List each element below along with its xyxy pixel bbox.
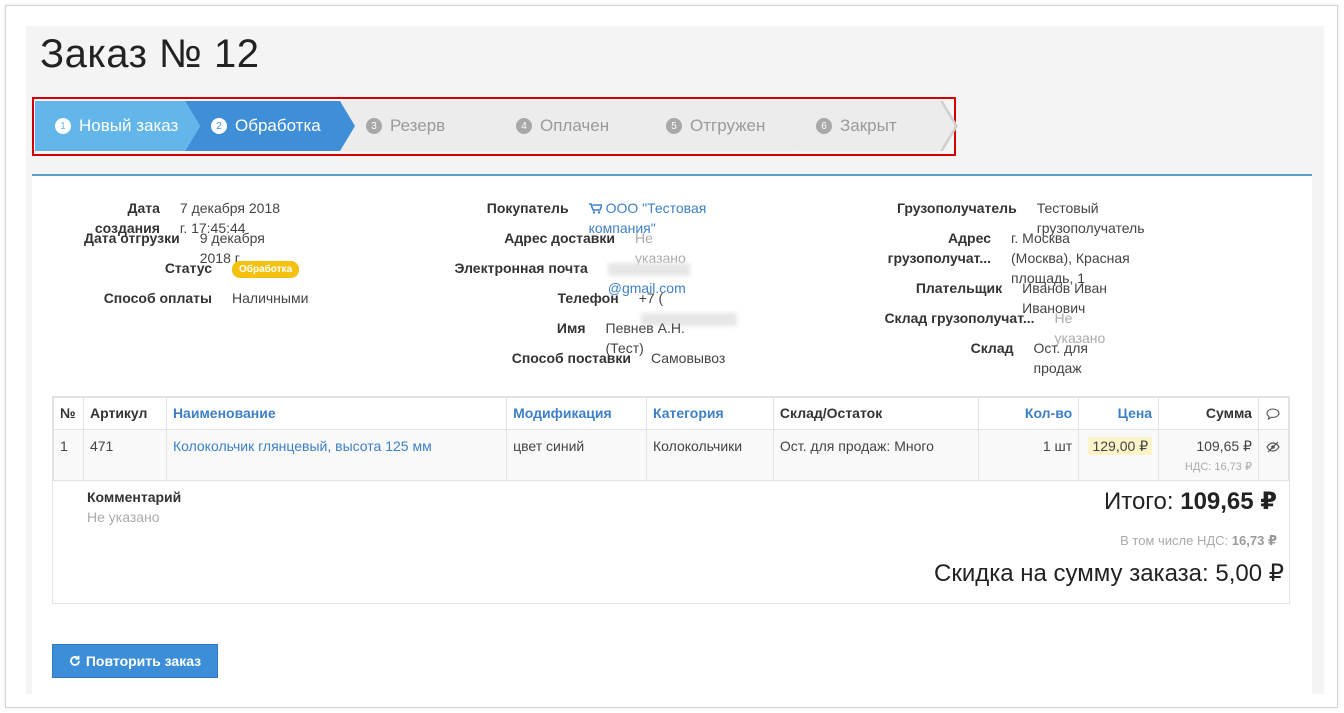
info-label: Склад: [970, 340, 1014, 356]
refresh-icon: [69, 655, 80, 666]
price-value: 129,00 ₽: [1088, 437, 1153, 455]
order-discount: Скидка на сумму заказа: 5,00 ₽: [933, 560, 1284, 587]
step-label: Резерв: [390, 116, 446, 135]
cell-modification: цвет синий: [506, 429, 647, 481]
step-number: 6: [816, 118, 832, 134]
total-label: Итого:: [1103, 488, 1174, 515]
step-label: Отгружен: [690, 116, 766, 135]
table-header-row: № Артикул Наименование Модификация Катег…: [53, 397, 1290, 430]
col-sum: Сумма: [1158, 397, 1259, 430]
col-qty-sort[interactable]: Кол-во: [978, 397, 1080, 430]
order-details-card: Дата создания 7 декабря 2018 г. 17:45:44…: [32, 174, 1312, 694]
cell-stock: Ост. для продаж: Много: [772, 429, 980, 481]
info-value: Наличными: [232, 290, 309, 306]
comment-value: Не указано: [87, 509, 160, 525]
step-processing[interactable]: 2 Обработка: [185, 101, 355, 151]
info-row-status: Статус Обработка: [72, 258, 300, 278]
cell-sku: 471: [82, 429, 167, 481]
info-row-payment: Способ оплаты Наличными: [72, 288, 309, 308]
status-badge: Обработка: [232, 260, 300, 278]
cell-name: Колокольчик глянцевый, высота 125 мм: [165, 429, 508, 481]
col-category-sort[interactable]: Категория: [646, 397, 774, 430]
info-label: Статус: [164, 260, 212, 276]
step-label: Закрыт: [840, 116, 897, 135]
step-number: 2: [211, 118, 227, 134]
repeat-order-label: Повторить заказ: [85, 653, 202, 669]
step-label: Оплачен: [540, 116, 610, 135]
order-items-table: № Артикул Наименование Модификация Катег…: [52, 396, 1290, 604]
info-value: Ост. для продаж: [1033, 340, 1088, 376]
step-number: 3: [366, 118, 382, 134]
cell-comment: [1257, 429, 1290, 481]
eye-slash-icon[interactable]: [1266, 441, 1281, 453]
vat-value: НДС: 16,73 ₽: [1184, 461, 1252, 473]
col-modification-sort[interactable]: Модификация: [506, 397, 647, 430]
status-stepper: 1 Новый заказ 2 Обработка 3 Резерв 4 Опл…: [35, 101, 958, 151]
sum-value: 109,65 ₽: [1196, 438, 1252, 454]
info-row-warehouse: Склад Ост. для продаж: [872, 338, 1118, 378]
cell-qty: 1 шт: [978, 429, 1080, 481]
col-sku: Артикул: [82, 397, 167, 430]
step-label: Новый заказ: [79, 116, 179, 135]
order-total: Итого: 109,65 ₽: [1104, 487, 1277, 516]
step-number: 1: [55, 118, 71, 134]
step-number: 5: [666, 118, 682, 134]
cell-price: 129,00 ₽: [1078, 429, 1160, 481]
col-name-sort[interactable]: Наименование: [165, 397, 508, 430]
speech-bubble-icon: [1266, 408, 1281, 421]
step-closed[interactable]: 6 Закрыт: [790, 101, 955, 151]
repeat-order-button[interactable]: Повторить заказ: [52, 644, 218, 678]
col-price-sort[interactable]: Цена: [1078, 397, 1160, 430]
vat-total-value: 16,73 ₽: [1231, 533, 1277, 548]
step-shipped[interactable]: 5 Отгружен: [640, 101, 805, 151]
status-stepper-highlight: 1 Новый заказ 2 Обработка 3 Резерв 4 Опл…: [32, 97, 958, 156]
order-panel: Заказ № 12 1 Новый заказ 2 Обработка 3 Р…: [26, 26, 1324, 694]
step-number: 4: [516, 118, 532, 134]
col-stock: Склад/Остаток: [772, 397, 980, 430]
step-new-order[interactable]: 1 Новый заказ: [35, 101, 200, 151]
cart-icon: [588, 203, 602, 214]
total-value: 109,65 ₽: [1180, 488, 1277, 515]
status-badge-wrap: Обработка: [232, 258, 300, 278]
table-row: 1 471 Колокольчик глянцевый, высота 125 …: [53, 429, 1290, 481]
product-link[interactable]: Колокольчик глянцевый, высота 125 мм: [173, 438, 432, 454]
info-label: Способ поставки: [511, 350, 631, 366]
address-line-1: г. Москва (Москва), Красная: [1010, 230, 1130, 266]
cell-sum: 109,65 ₽ НДС: 16,73 ₽: [1158, 429, 1259, 481]
info-label: Способ оплаты: [103, 290, 212, 306]
step-paid[interactable]: 4 Оплачен: [490, 101, 655, 151]
info-value: Самовывоз: [651, 350, 726, 366]
col-comment: [1257, 397, 1290, 430]
info-row-delivery: Способ поставки Самовывоз: [432, 348, 726, 368]
phone-prefix: +7 (: [638, 290, 664, 306]
cell-number: 1: [53, 429, 84, 481]
step-reserve[interactable]: 3 Резерв: [340, 101, 505, 151]
window-frame: Заказ № 12 1 Новый заказ 2 Обработка 3 Р…: [5, 5, 1338, 708]
cell-category: Колокольчики: [646, 429, 774, 481]
col-number: №: [53, 397, 84, 430]
step-label: Обработка: [235, 116, 321, 135]
redacted-text: [607, 262, 690, 276]
vat-total-label: В том числе НДС:: [1120, 533, 1229, 548]
page-title: Заказ № 12: [40, 32, 260, 76]
comment-label: Комментарий: [87, 489, 182, 505]
order-vat-total: В том числе НДС: 16,73 ₽: [1120, 533, 1277, 549]
